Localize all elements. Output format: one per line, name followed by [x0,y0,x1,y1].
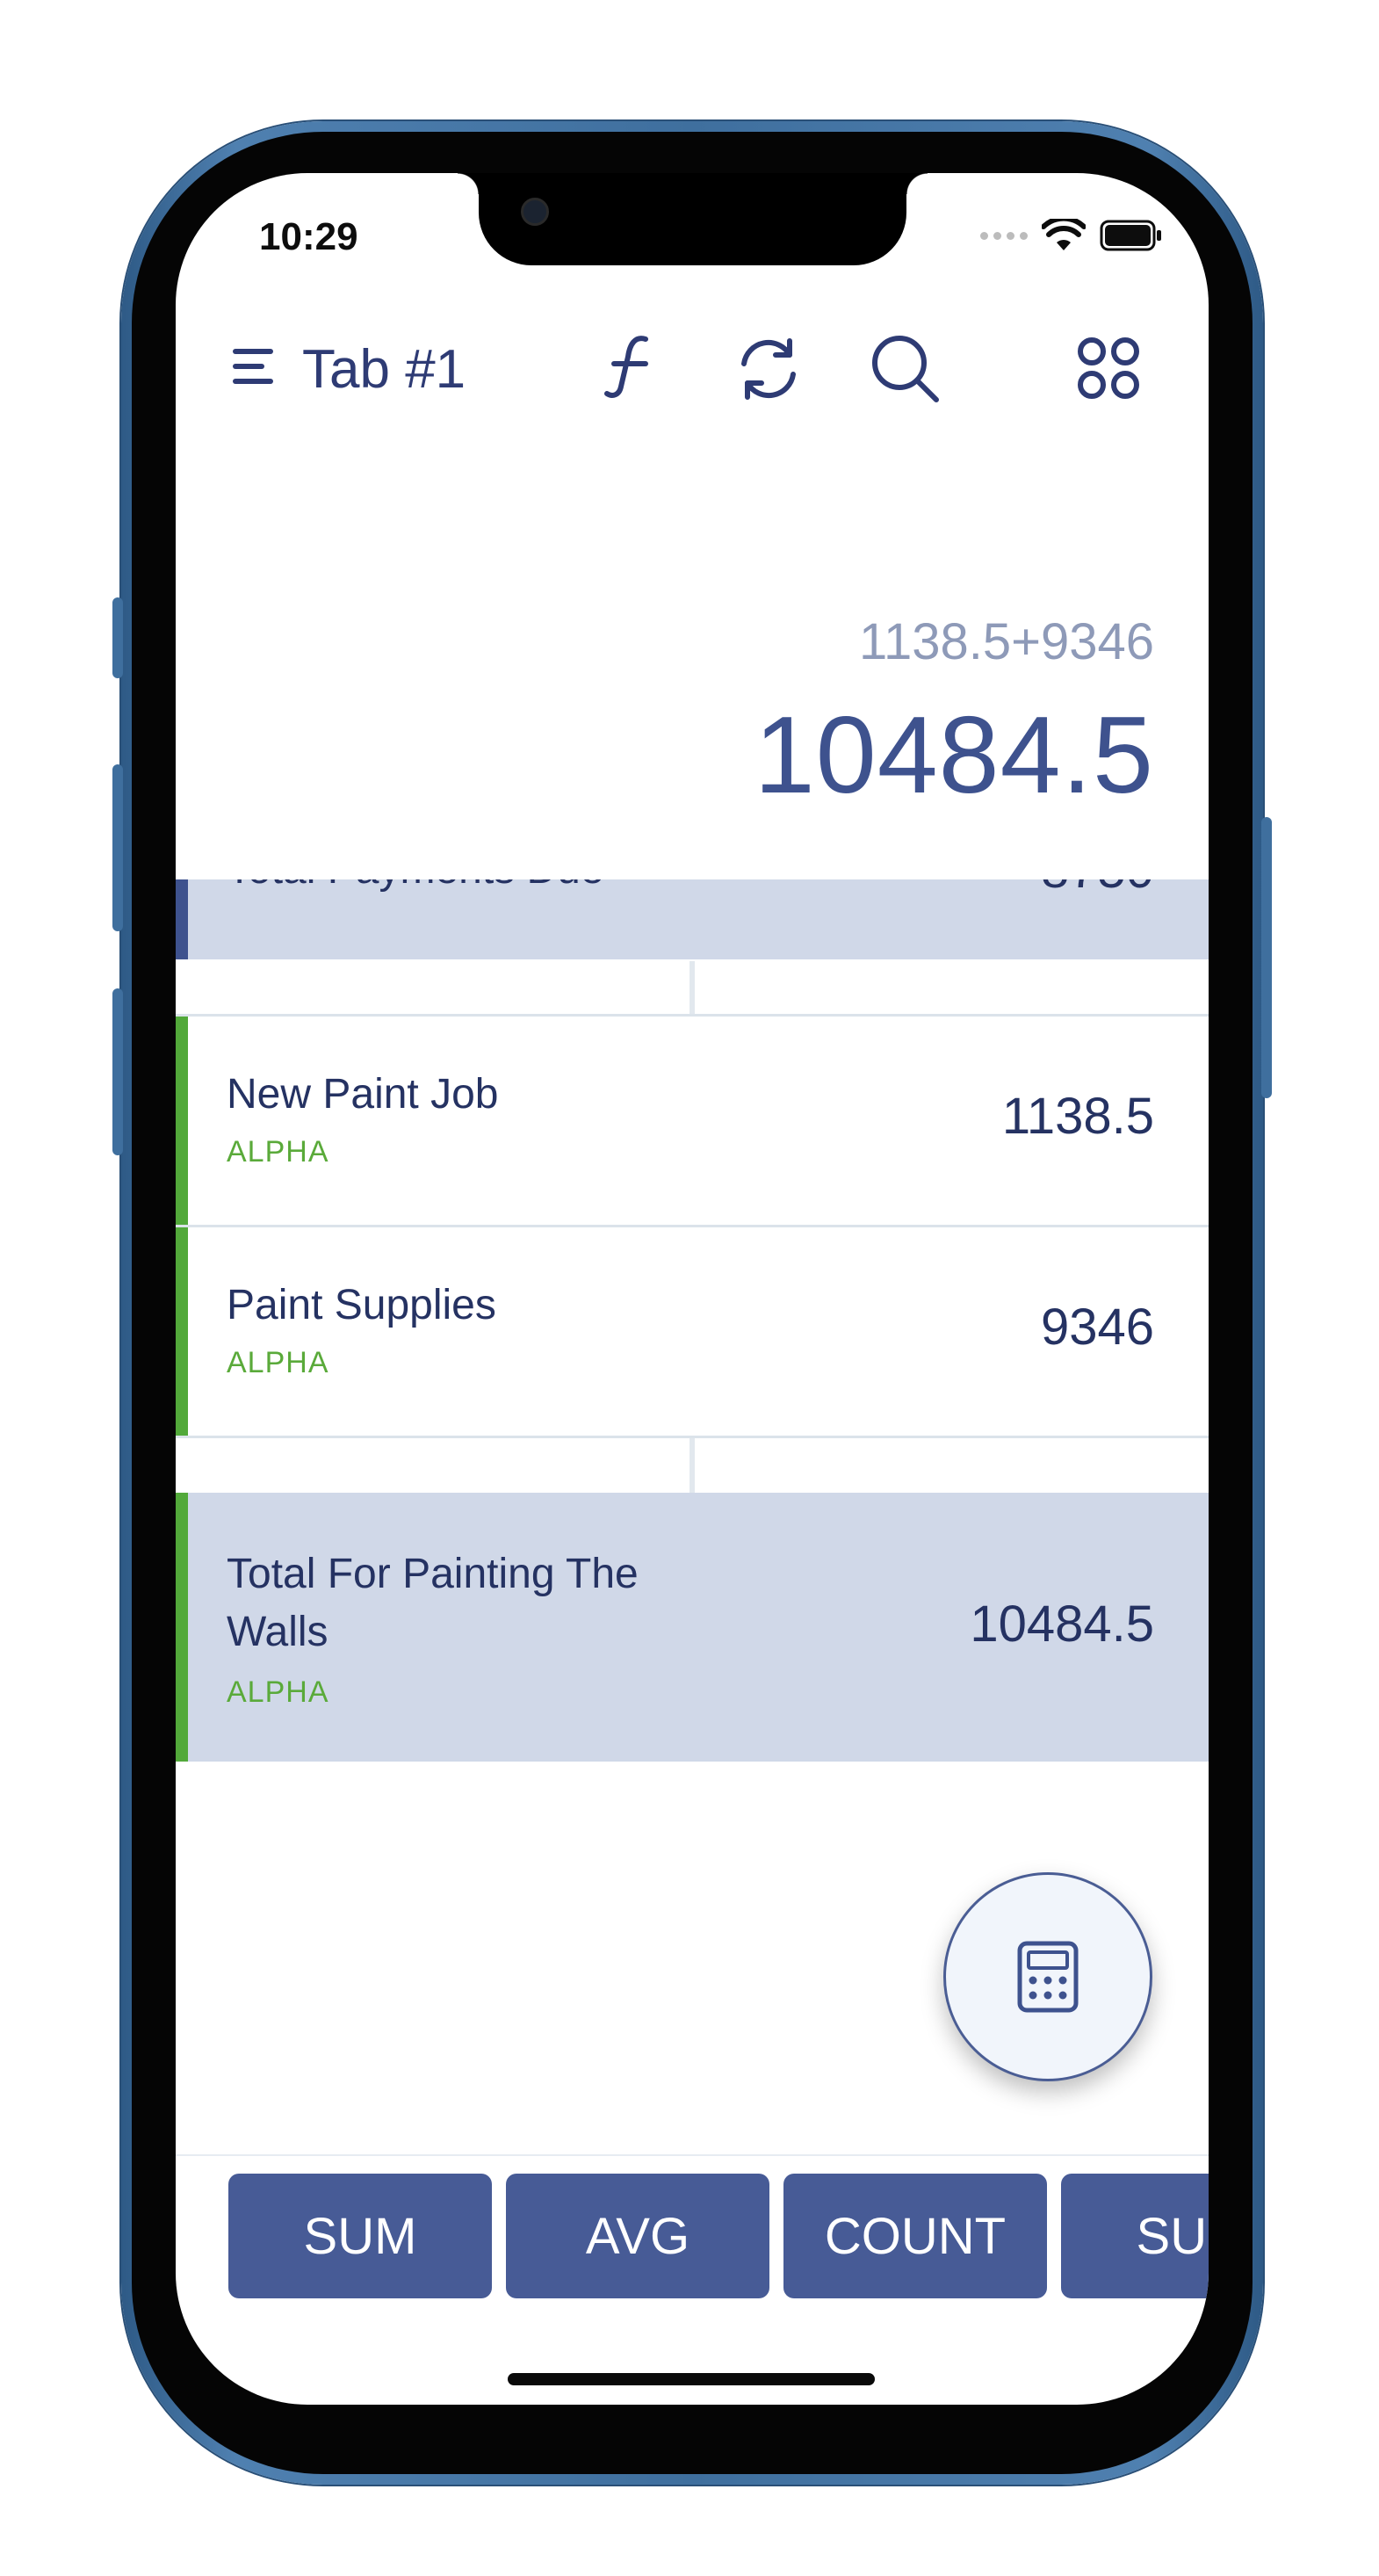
function-button-bar: SUM AVG COUNT SUM [176,2154,1209,2314]
list-spacer [176,1438,1209,1493]
volume-down-button [112,988,123,1155]
battery-icon [1100,220,1161,251]
expression-display: 1138.5+9346 [859,613,1154,670]
row-accent-bar [176,1017,188,1225]
volume-up-button [112,764,123,931]
list-item[interactable]: Paint Supplies ALPHA 9346 [176,1227,1209,1436]
row-accent-bar [176,1493,188,1762]
row-value: 9346 [1040,1299,1154,1356]
function-icon [604,336,648,398]
calculator-fab[interactable] [943,1872,1152,2081]
notch [458,173,928,265]
row-accent-bar [176,1227,188,1436]
row-value: 10484.5 [970,1596,1154,1653]
refresh-button[interactable] [729,329,808,409]
sum-button-2[interactable]: SUM [1061,2174,1209,2298]
refresh-icon [741,338,796,400]
list-item-partial[interactable]: Total Payments Due 8750 [176,876,1209,959]
function-button[interactable] [596,331,666,402]
hamburger-icon [233,349,273,384]
list-item[interactable]: New Paint Job ALPHA 1138.5 [176,1017,1209,1225]
apps-grid-button[interactable] [1073,333,1144,403]
app-toolbar: Tab #1 [176,322,1209,410]
phone-screen: 10:29 Tab #1 1138.5+9346 10484.5 New Pai… [176,173,1209,2405]
row-tag: ALPHA [227,1135,329,1169]
search-button[interactable] [866,329,945,409]
cellular-signal-icon [980,231,1028,240]
mute-switch [112,597,123,678]
row-title: Paint Supplies [227,1282,496,1328]
row-value: 8750 [1041,876,1154,900]
sum-button[interactable]: SUM [228,2174,492,2298]
row-tag: ALPHA [227,1675,329,1709]
row-title-line2: Walls [227,1609,329,1655]
row-accent-bar [176,876,188,959]
calculator-icon [1017,1941,1079,2013]
menu-button[interactable] [228,340,281,393]
count-button[interactable]: COUNT [783,2174,1047,2298]
power-button [1261,817,1272,1098]
search-icon [872,336,939,402]
avg-button[interactable]: AVG [506,2174,769,2298]
front-camera [521,198,549,226]
status-icons [980,219,1163,252]
row-tag: ALPHA [227,1346,329,1379]
wifi-icon [1042,219,1086,250]
tab-title[interactable]: Tab #1 [302,338,466,401]
status-time: 10:29 [259,215,358,258]
row-title: New Paint Job [227,1071,499,1118]
result-display: 10484.5 [754,695,1154,816]
apps-grid-icon [1078,337,1139,399]
home-indicator[interactable] [508,2373,875,2385]
list-spacer [176,961,1209,1016]
row-value: 1138.5 [1001,1088,1154,1145]
row-title-line1: Total For Painting The [227,1551,639,1597]
total-row[interactable]: Total For Painting The Walls ALPHA 10484… [176,1493,1209,1762]
